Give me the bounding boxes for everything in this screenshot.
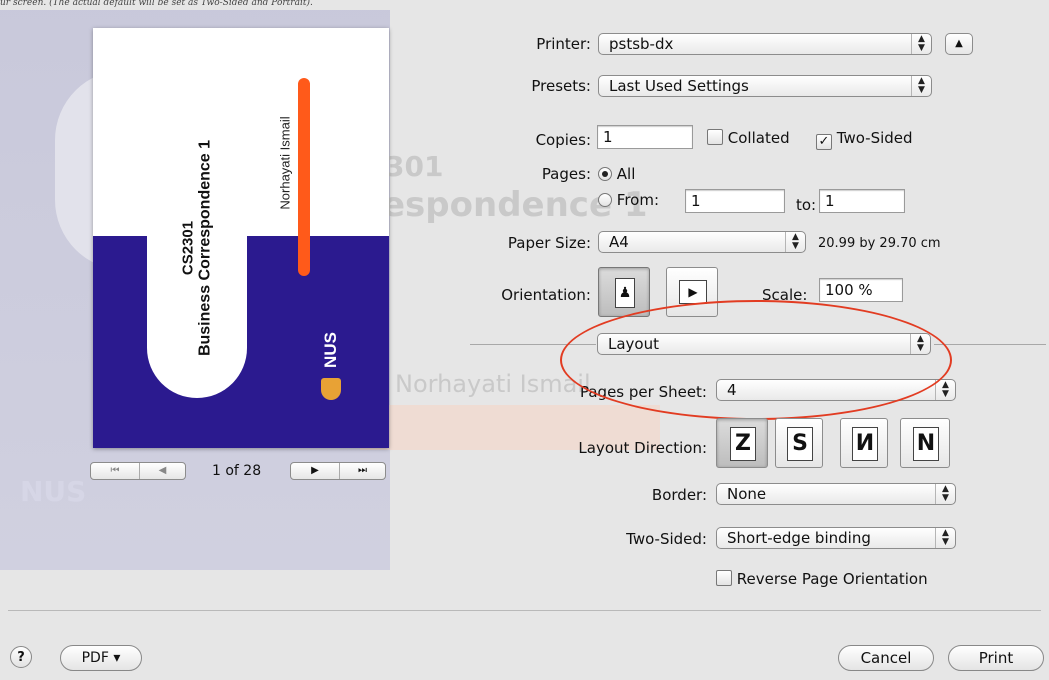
layout-direction-label: Layout Direction: — [578, 439, 707, 457]
reverse-orientation-box[interactable] — [716, 570, 732, 586]
to-field[interactable]: 1 — [819, 189, 905, 213]
radio-from[interactable] — [598, 193, 612, 207]
question-icon: ? — [17, 650, 25, 665]
annotation-ellipse — [560, 300, 952, 420]
preview-forward-group: ▶ ⏭ — [290, 462, 386, 480]
two-sided-checkbox[interactable]: ✓ Two-Sided — [816, 129, 913, 150]
background-author: Norhayati Ismail — [395, 370, 591, 398]
separator-right — [934, 344, 1046, 345]
pages-label: Pages: — [541, 165, 591, 183]
next-page-button[interactable]: ▶ — [291, 463, 340, 479]
reverse-orientation-label: Reverse Page Orientation — [736, 570, 928, 588]
layout-direction-n-reverse-button[interactable]: И — [840, 418, 888, 468]
pages-from-label: From: — [616, 191, 659, 209]
top-caption: ur screen. (The actual default will be s… — [0, 0, 313, 8]
logo-text: NUS — [321, 332, 340, 368]
collated-checkbox[interactable]: Collated — [707, 129, 790, 147]
border-select[interactable]: None ▲ ▼ — [716, 483, 956, 505]
background-logo: NUS — [20, 475, 87, 508]
footer-separator — [8, 610, 1041, 611]
updown-arrows-icon: ▲ ▼ — [911, 76, 931, 96]
printer-label: Printer: — [536, 35, 591, 53]
collated-label: Collated — [727, 129, 790, 147]
pdf-button[interactable]: PDF ▾ — [60, 645, 142, 671]
pages-to-label: to: — [796, 196, 817, 214]
checkmark-icon: ✓ — [818, 134, 830, 149]
layout-direction-s-button[interactable]: S — [775, 418, 823, 468]
border-value: None — [727, 485, 767, 503]
collated-box[interactable] — [707, 129, 723, 145]
copies-field[interactable]: 1 — [597, 125, 693, 149]
updown-arrows-icon: ▲ ▼ — [911, 34, 931, 54]
orientation-label: Orientation: — [501, 286, 591, 304]
pages-all-label: All — [616, 165, 636, 183]
cover-course-name: Business Correspondence 1 — [196, 139, 214, 357]
preview-back-group: ⏮ ◀ — [90, 462, 186, 480]
updown-arrows-icon: ▲ ▼ — [935, 484, 955, 504]
radio-all[interactable] — [598, 167, 612, 181]
background-heading-1: 301 — [385, 150, 444, 183]
pages-all-radio[interactable]: All — [598, 165, 635, 183]
scale-field[interactable]: 100 % — [819, 278, 903, 302]
layout-direction-n-button[interactable]: N — [900, 418, 950, 468]
printer-select[interactable]: pstsb-dx ▲ ▼ — [598, 33, 932, 55]
layout-n-reverse-icon: И — [852, 427, 878, 461]
page-indicator: 1 of 28 — [212, 463, 262, 479]
presets-label: Presets: — [531, 77, 591, 95]
reverse-orientation-checkbox[interactable]: Reverse Page Orientation — [716, 570, 928, 588]
border-label: Border: — [651, 486, 707, 504]
layout-z-icon: Z — [730, 427, 756, 461]
paper-dimensions: 20.99 by 29.70 cm — [818, 236, 941, 251]
layout-direction-z-button[interactable]: Z — [716, 418, 768, 468]
nus-logo: NUS — [317, 326, 345, 406]
from-field[interactable]: 1 — [685, 189, 785, 213]
last-page-button[interactable]: ⏭ — [339, 463, 386, 479]
paper-size-select[interactable]: A4 ▲ ▼ — [598, 231, 806, 253]
two-sided-value: Short-edge binding — [727, 529, 871, 547]
updown-arrows-icon: ▲ ▼ — [935, 528, 955, 548]
presets-select[interactable]: Last Used Settings ▲ ▼ — [598, 75, 932, 97]
page-preview: CS2301 Business Correspondence 1 Norhaya… — [93, 28, 389, 448]
previous-page-button[interactable]: ◀ — [139, 463, 186, 479]
print-button[interactable]: Print — [948, 645, 1044, 671]
copies-label: Copies: — [535, 131, 591, 149]
cancel-button[interactable]: Cancel — [838, 645, 934, 671]
pages-from-radio[interactable]: From: — [598, 191, 659, 209]
updown-arrows-icon: ▲ ▼ — [785, 232, 805, 252]
cover-course-title: CS2301 Business Correspondence 1 — [180, 140, 215, 356]
portrait-orientation-button[interactable]: ♟ — [598, 267, 650, 317]
cover-course-code: CS2301 — [179, 220, 197, 276]
layout-s-icon: S — [787, 427, 813, 461]
cover-author: Norhayati Ismail — [277, 116, 293, 210]
cover-orange-bar — [298, 78, 310, 276]
portrait-icon: ♟ — [615, 278, 635, 308]
two-sided-binding-label: Two-Sided: — [626, 530, 707, 548]
two-sided-label: Two-Sided — [836, 129, 913, 147]
printer-value: pstsb-dx — [609, 35, 674, 53]
two-sided-select[interactable]: Short-edge binding ▲ ▼ — [716, 527, 956, 549]
triangle-up-icon: ▲ — [955, 38, 963, 49]
layout-n-icon: N — [913, 427, 939, 461]
logo-crest-icon — [321, 378, 341, 400]
two-sided-box[interactable]: ✓ — [816, 134, 832, 150]
presets-value: Last Used Settings — [609, 77, 749, 95]
landscape-icon: ▶ — [679, 280, 707, 304]
paper-size-label: Paper Size: — [507, 234, 591, 252]
first-page-button[interactable]: ⏮ — [91, 463, 140, 479]
paper-size-value: A4 — [609, 233, 629, 251]
updown-arrows-icon: ▲ ▼ — [935, 380, 955, 400]
collapse-details-button[interactable]: ▲ — [945, 33, 973, 55]
help-button[interactable]: ? — [10, 646, 32, 668]
